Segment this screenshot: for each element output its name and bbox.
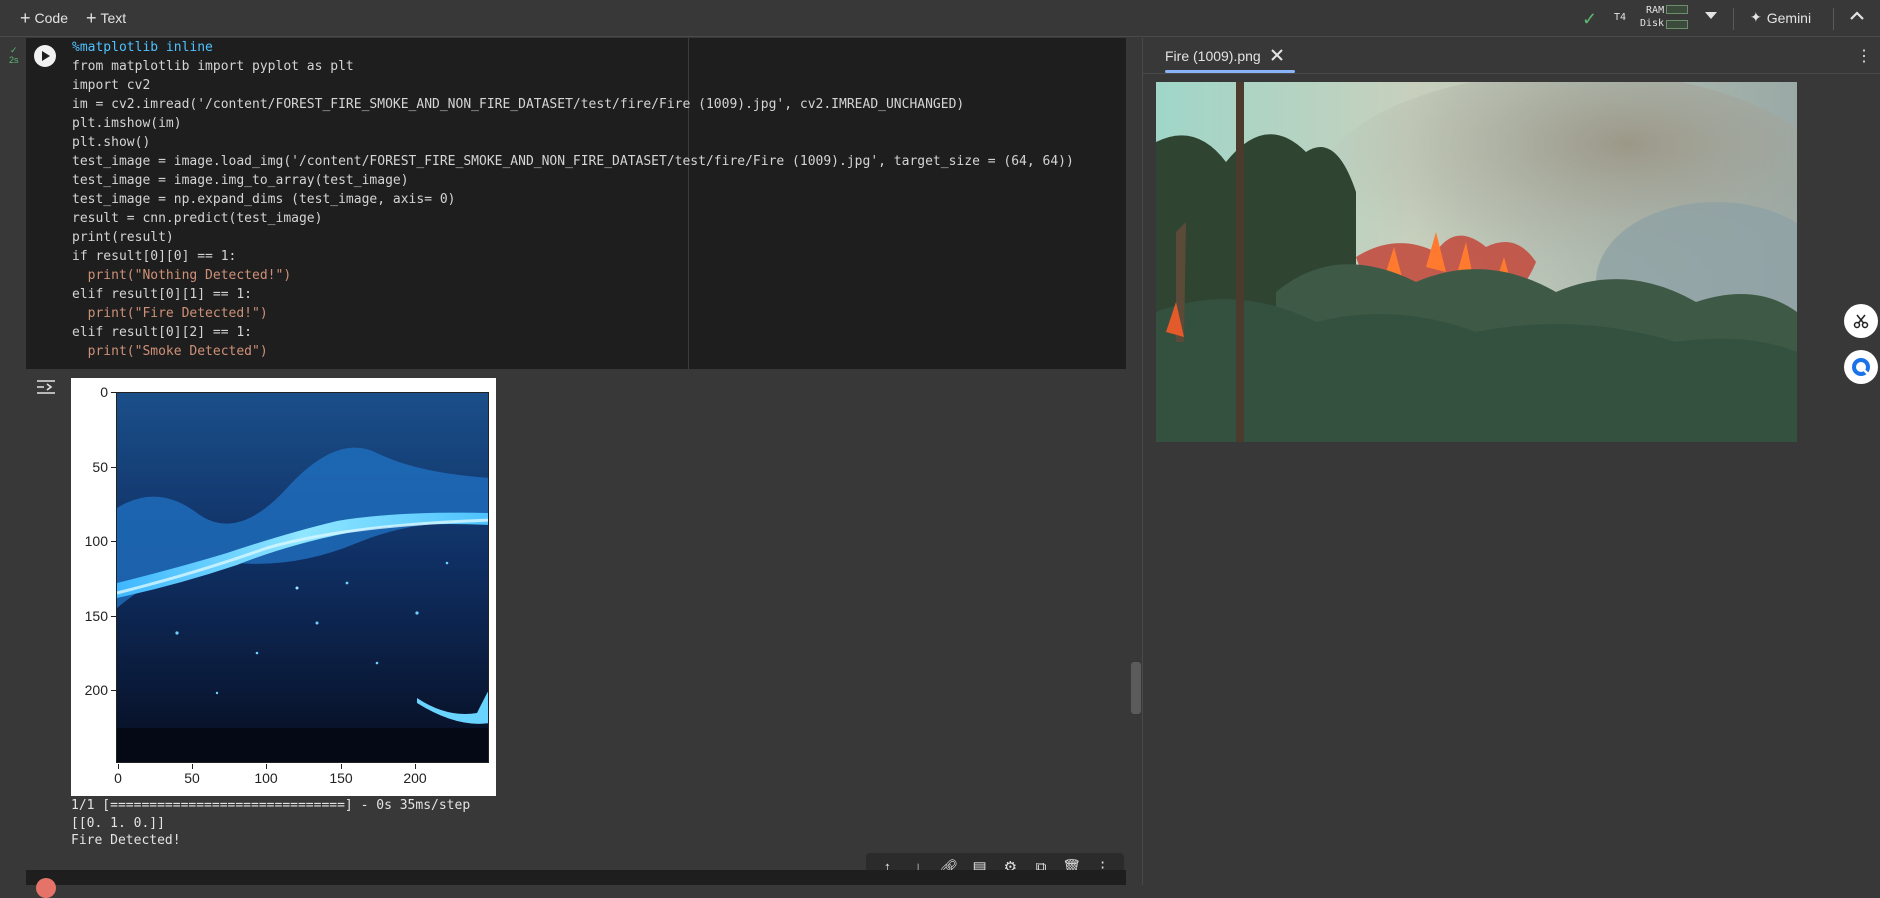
- runtime-label: T4: [1614, 12, 1627, 23]
- ram-bar: [1666, 5, 1688, 14]
- x-tick-mark: [341, 764, 342, 769]
- y-tick-mark: [111, 541, 116, 542]
- x-tick-label: 100: [254, 770, 278, 786]
- cell-gutter: [0, 38, 26, 369]
- code-line: result = cnn.predict(test_image): [72, 211, 323, 226]
- cell-output-text: 1/1 [==============================] - 0…: [71, 797, 470, 850]
- code-editor[interactable]: %matplotlib inline from matplotlib import…: [72, 38, 1074, 361]
- tab-image-viewer[interactable]: Fire (1009).png: [1165, 38, 1283, 73]
- x-tick-mark: [266, 764, 267, 769]
- code-line: print(result): [72, 230, 174, 245]
- play-icon: [42, 51, 50, 61]
- code-line: test_image = image.img_to_array(test_ima…: [72, 173, 409, 188]
- code-line: plt.show(): [72, 135, 151, 150]
- x-tick-mark: [118, 764, 119, 769]
- disk-label: Disk: [1640, 18, 1665, 29]
- more-vert-icon[interactable]: ⋮: [1856, 46, 1872, 66]
- tab-bar-divider: [1143, 73, 1880, 74]
- tab-title: Fire (1009).png: [1165, 47, 1261, 64]
- add-text-label: Text: [100, 10, 127, 26]
- add-code-button[interactable]: + Code: [20, 8, 68, 28]
- code-line: plt.imshow(im): [72, 116, 182, 131]
- y-tick-mark: [111, 392, 116, 393]
- check-icon: ✓: [1582, 9, 1598, 29]
- y-tick-label: 100: [84, 533, 108, 549]
- gemini-label: Gemini: [1766, 9, 1812, 26]
- code-line: im = cv2.imread('/content/FOREST_FIRE_SM…: [72, 97, 965, 112]
- code-line: print("Fire Detected!"): [72, 306, 268, 321]
- code-line: test_image = np.expand_dims (test_image,…: [72, 192, 456, 207]
- panel-divider[interactable]: [1142, 38, 1143, 885]
- y-tick-mark: [111, 690, 116, 691]
- toolbar-divider: [1833, 8, 1834, 30]
- resource-monitor[interactable]: RAM Disk: [1640, 4, 1664, 30]
- run-cell-button[interactable]: [36, 878, 56, 898]
- result-line: [[0. 1. 0.]]: [71, 815, 165, 831]
- y-tick-label: 200: [84, 682, 108, 698]
- code-line: if result[0][0] == 1:: [72, 249, 237, 264]
- y-tick-mark: [111, 467, 116, 468]
- top-toolbar: + Code + Text ✓ T4 RAM Disk ✦ Gemini: [0, 0, 1880, 37]
- x-tick-label: 200: [403, 770, 427, 786]
- plus-icon: +: [20, 8, 31, 28]
- code-line: print("Nothing Detected!"): [72, 268, 292, 283]
- progress-line: 1/1 [==============================] - 0…: [71, 798, 471, 813]
- y-tick-label: 50: [92, 459, 108, 475]
- x-tick-label: 0: [114, 770, 122, 786]
- output-settings-icon[interactable]: [36, 378, 56, 396]
- scissors-icon[interactable]: [1844, 304, 1878, 338]
- close-icon[interactable]: [1271, 48, 1283, 64]
- execution-status: ✓ 2s: [9, 45, 19, 65]
- sparkle-icon: ✦: [1750, 9, 1762, 25]
- code-line: elif result[0][1] == 1:: [72, 287, 253, 302]
- chevron-down-icon[interactable]: [1705, 12, 1717, 19]
- exec-time: 2s: [9, 55, 19, 65]
- toolbar-divider: [1733, 8, 1734, 30]
- plot-image: [116, 392, 489, 763]
- image-preview: [1156, 82, 1797, 442]
- y-tick-label: 0: [100, 384, 108, 400]
- scrollbar-thumb[interactable]: [1131, 662, 1141, 714]
- add-code-label: Code: [34, 10, 68, 26]
- gemini-button[interactable]: ✦ Gemini: [1750, 9, 1811, 26]
- x-tick-mark: [415, 764, 416, 769]
- next-code-cell[interactable]: [26, 870, 1126, 885]
- code-line: %matplotlib inline: [72, 40, 213, 55]
- x-tick-label: 50: [184, 770, 200, 786]
- code-line: from matplotlib import pyplot as plt: [72, 59, 354, 74]
- check-icon: ✓: [9, 45, 18, 55]
- disk-bar: [1666, 20, 1688, 29]
- x-tick-label: 150: [329, 770, 353, 786]
- code-line: elif result[0][2] == 1:: [72, 325, 253, 340]
- chat-icon[interactable]: [1844, 350, 1878, 384]
- x-tick-mark: [192, 764, 193, 769]
- add-text-button[interactable]: + Text: [86, 8, 126, 28]
- y-tick-label: 150: [84, 608, 108, 624]
- code-line: test_image = image.load_img('/content/FO…: [72, 154, 1074, 169]
- y-tick-mark: [111, 616, 116, 617]
- ram-label: RAM: [1646, 5, 1665, 16]
- code-line: import cv2: [72, 78, 151, 93]
- message-line: Fire Detected!: [71, 833, 181, 848]
- run-cell-button[interactable]: [34, 45, 56, 67]
- matplotlib-figure: 0 50 100 150 200 0 50 100 150 200: [71, 378, 496, 796]
- code-line: print("Smoke Detected"): [72, 344, 268, 359]
- chevron-up-icon[interactable]: [1850, 8, 1864, 26]
- plus-icon: +: [86, 8, 97, 28]
